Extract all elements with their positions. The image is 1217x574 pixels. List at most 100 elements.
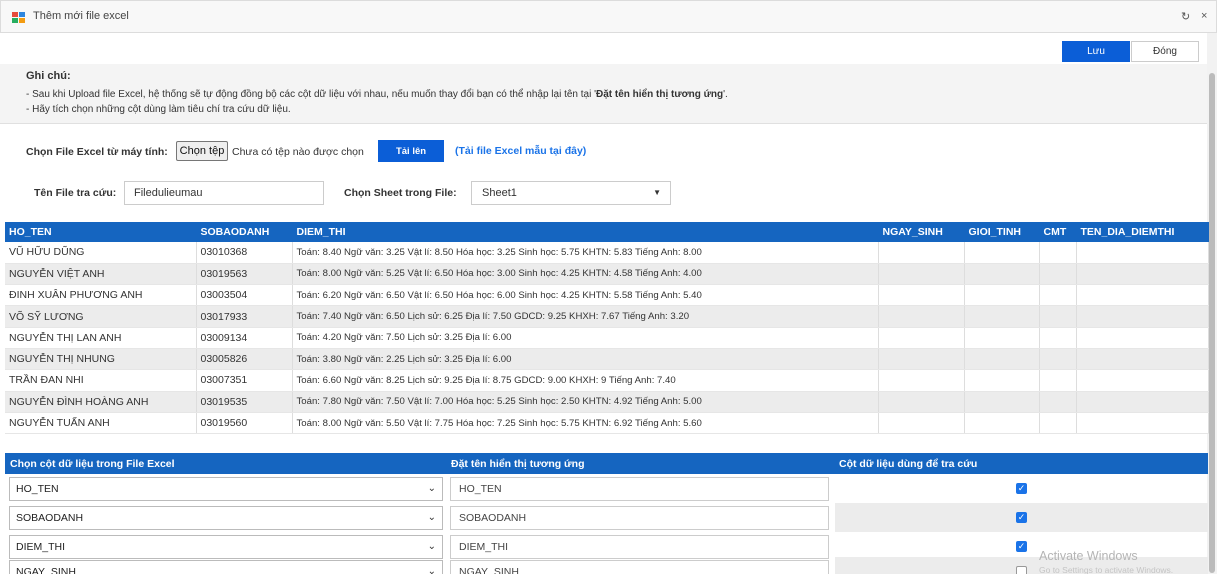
table-cell: NGUYỄN TUẤN ANH [5, 412, 197, 435]
chevron-down-icon: ⌄ [427, 541, 436, 552]
table-cell [1076, 327, 1209, 349]
table-cell: Toán: 4.20 Ngữ văn: 7.50 Lịch sử: 3.25 Đ… [292, 327, 879, 349]
chevron-down-icon: ⌄ [427, 483, 436, 494]
table-cell [964, 327, 1040, 349]
table-cell: 03019535 [196, 391, 293, 413]
table-cell: VÕ SỸ LƯƠNG [5, 305, 197, 328]
column-select[interactable]: SOBAODANH ⌄ [9, 506, 443, 530]
upload-label: Chọn File Excel từ máy tính: [26, 146, 168, 158]
table-cell [878, 305, 965, 328]
table-row: ĐINH XUÂN PHƯƠNG ANH 03003504 Toán: 6.20… [5, 284, 1209, 307]
table-cell: 03019563 [196, 263, 293, 286]
column-select-value: DIEM_THI [16, 541, 66, 553]
table-cell [1076, 284, 1209, 307]
table-row: NGUYỄN THỊ LAN ANH 03009134 Toán: 4.20 N… [5, 327, 1209, 349]
column-header: NGAY_SINH [878, 222, 965, 242]
lookup-checkbox[interactable]: ✓ [1016, 541, 1027, 552]
table-row: VŨ HỮU DŨNG 03010368 Toán: 8.40 Ngữ văn:… [5, 242, 1209, 264]
table-cell [1076, 305, 1209, 328]
lookup-checkbox[interactable]: ✓ [1016, 512, 1027, 523]
notes-line-2: - Hãy tích chọn những cột dùng làm tiêu … [26, 104, 291, 115]
table-row: TRẦN ĐAN NHI 03007351 Toán: 6.60 Ngữ văn… [5, 369, 1209, 392]
sample-file-link[interactable]: (Tải file Excel mẫu tại đây) [455, 145, 586, 157]
mapping-row: SOBAODANH ⌄ SOBAODANH ✓ [5, 503, 1208, 532]
table-cell [1076, 369, 1209, 392]
column-select-value: SOBAODANH [16, 512, 84, 524]
file-name-label: Tên File tra cứu: [34, 187, 117, 199]
table-cell: 03010368 [196, 242, 293, 264]
table-cell [1039, 242, 1077, 264]
mapping-header-lookup: Cột dữ liệu dùng để tra cứu [839, 458, 978, 470]
column-select[interactable]: DIEM_THI ⌄ [9, 535, 443, 559]
mapping-header-column: Chọn cột dữ liệu trong File Excel [10, 458, 175, 470]
table-cell [964, 263, 1040, 286]
display-name-input[interactable]: HO_TEN [450, 477, 829, 501]
column-header: TEN_DIA_DIEMTHI [1076, 222, 1209, 242]
lookup-cell: ✓ [835, 503, 1208, 532]
mapping-row: NGAY_SINH ⌄ NGAY_SINH [5, 557, 1208, 574]
close-button[interactable]: Đóng [1131, 41, 1199, 62]
table-cell [878, 391, 965, 413]
table-cell [1039, 348, 1077, 371]
table-cell: NGUYỄN THỊ NHUNG [5, 348, 197, 371]
table-cell [1039, 391, 1077, 413]
table-cell: 03007351 [196, 369, 293, 392]
vertical-scrollbar[interactable] [1207, 33, 1217, 574]
display-name-input[interactable]: DIEM_THI [450, 535, 829, 559]
table-cell: VŨ HỮU DŨNG [5, 242, 197, 264]
refresh-icon[interactable]: ↻ [1181, 10, 1190, 23]
window-title: Thêm mới file excel [33, 10, 129, 22]
choose-file-button[interactable]: Chọn tệp [176, 141, 228, 161]
table-cell [964, 242, 1040, 264]
table-cell [1039, 263, 1077, 286]
column-header: CMT [1039, 222, 1077, 242]
upload-button[interactable]: Tải lên [378, 140, 444, 162]
save-button[interactable]: Lưu [1062, 41, 1130, 62]
table-cell [1076, 348, 1209, 371]
table-cell: Toán: 8.40 Ngữ văn: 3.25 Vật lí: 8.50 Hó… [292, 242, 879, 264]
lookup-cell: ✓ [835, 474, 1208, 503]
sheet-label: Chọn Sheet trong File: [344, 187, 457, 199]
scrollbar-thumb[interactable] [1209, 73, 1215, 573]
table-row: VÕ SỸ LƯƠNG 03017933 Toán: 7.40 Ngữ văn:… [5, 305, 1209, 328]
table-cell [878, 327, 965, 349]
chevron-down-icon: ▼ [653, 188, 661, 197]
table-row: NGUYỄN VIỆT ANH 03019563 Toán: 8.00 Ngữ … [5, 263, 1209, 286]
table-cell: 03009134 [196, 327, 293, 349]
file-name-input[interactable] [124, 181, 324, 205]
window-titlebar: Thêm mới file excel ↻ × [0, 0, 1217, 33]
table-cell: Toán: 6.60 Ngữ văn: 8.25 Lịch sử: 9.25 Đ… [292, 369, 879, 392]
display-name-input[interactable]: SOBAODANH [450, 506, 829, 530]
mapping-header-display: Đặt tên hiển thị tương ứng [451, 458, 585, 470]
table-cell [1076, 391, 1209, 413]
table-cell: TRẦN ĐAN NHI [5, 369, 197, 392]
chevron-down-icon: ⌄ [427, 566, 436, 574]
table-cell [1039, 284, 1077, 307]
preview-table: HO_TEN SOBAODANH DIEM_THI NGAY_SINH GIOI… [5, 222, 1209, 435]
mapping-header: Chọn cột dữ liệu trong File Excel Đặt tê… [5, 453, 1208, 474]
table-cell: Toán: 7.80 Ngữ văn: 7.50 Vật lí: 7.00 Hó… [292, 391, 879, 413]
table-cell: 03019560 [196, 412, 293, 435]
column-header: HO_TEN [5, 222, 197, 242]
table-cell: Toán: 8.00 Ngữ văn: 5.25 Vật lí: 6.50 Hó… [292, 263, 879, 286]
notes-line-1-prefix: - Sau khi Upload file Excel, hệ thống sẽ… [26, 89, 596, 100]
table-cell [878, 284, 965, 307]
table-cell: NGUYỄN VIỆT ANH [5, 263, 197, 286]
column-select-value: HO_TEN [16, 483, 59, 495]
table-cell [1039, 327, 1077, 349]
table-cell [964, 369, 1040, 392]
column-select[interactable]: NGAY_SINH ⌄ [9, 560, 443, 574]
table-cell [878, 263, 965, 286]
lookup-checkbox[interactable] [1016, 566, 1027, 574]
lookup-checkbox[interactable]: ✓ [1016, 483, 1027, 494]
table-cell [1076, 263, 1209, 286]
display-name-input[interactable]: NGAY_SINH [450, 560, 829, 574]
sheet-select[interactable]: Sheet1 ▼ [471, 181, 671, 205]
table-header-row: HO_TEN SOBAODANH DIEM_THI NGAY_SINH GIOI… [5, 222, 1209, 242]
activation-watermark-subtext: Go to Settings to activate Windows. [1039, 565, 1174, 574]
column-select[interactable]: HO_TEN ⌄ [9, 477, 443, 501]
table-cell: Toán: 7.40 Ngữ văn: 6.50 Lịch sử: 6.25 Đ… [292, 305, 879, 328]
close-icon[interactable]: × [1201, 10, 1207, 22]
notes-title: Ghi chú: [26, 70, 71, 82]
table-cell: 03003504 [196, 284, 293, 307]
